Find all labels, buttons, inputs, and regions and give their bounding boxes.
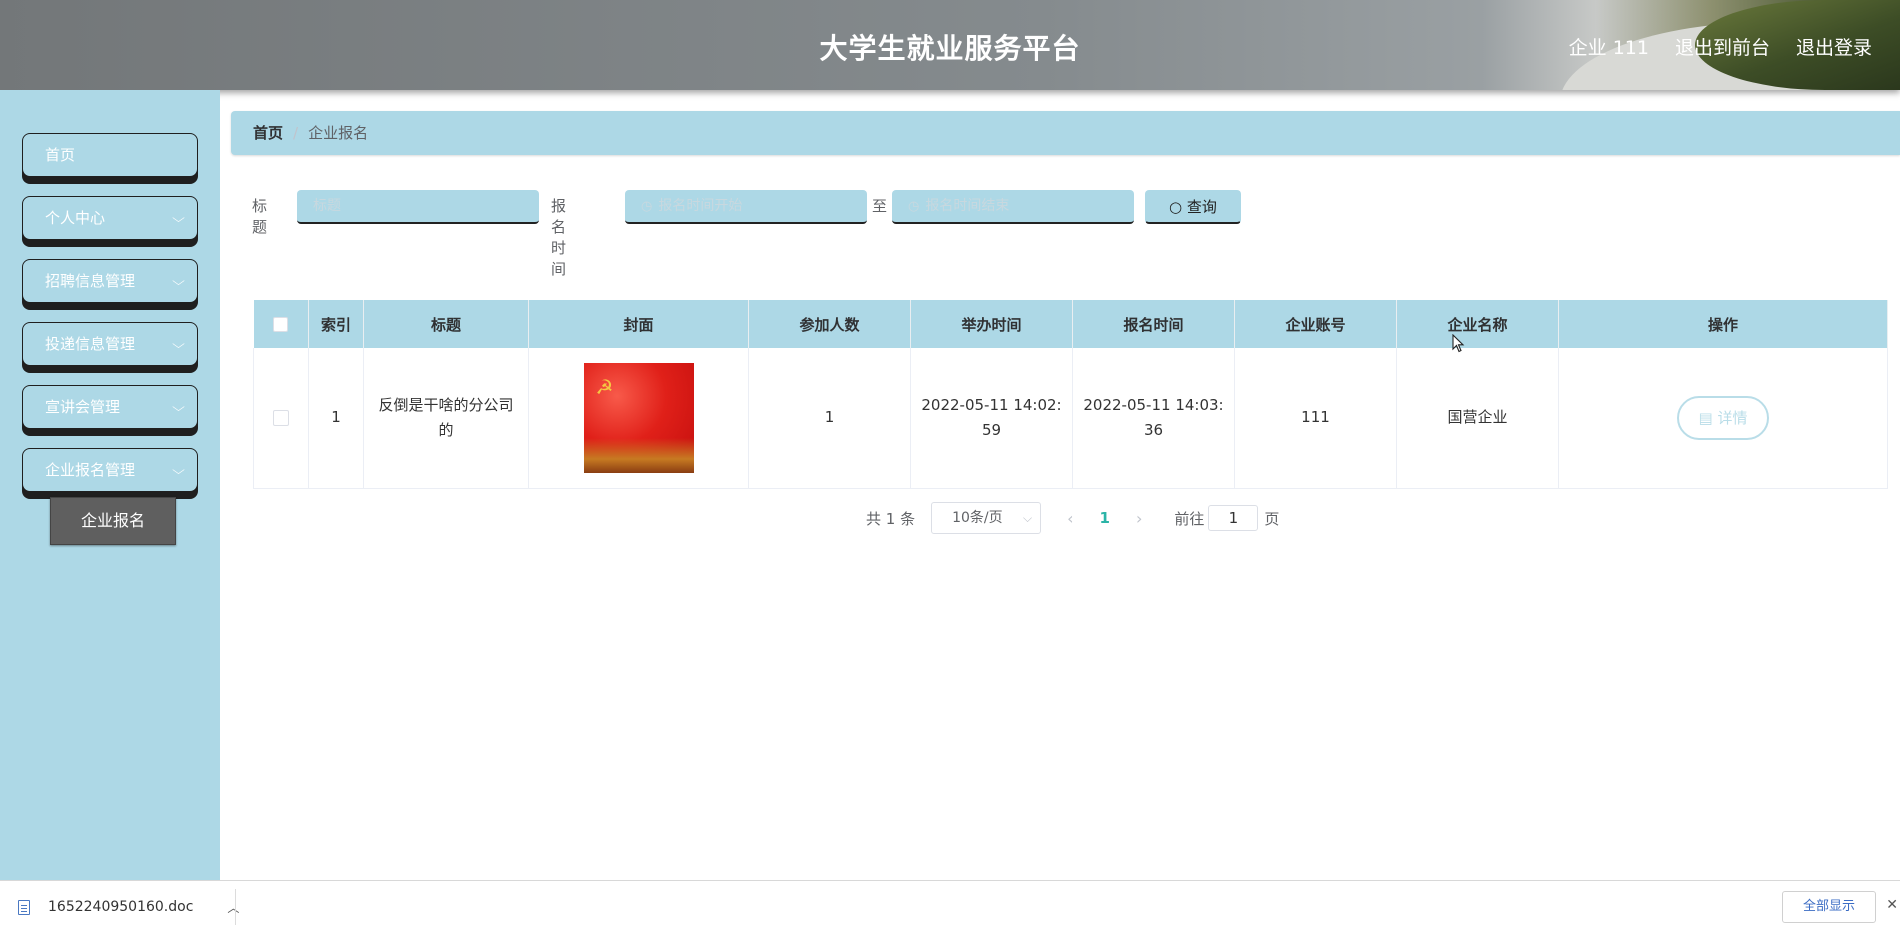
title-placeholder: 标题 (313, 198, 341, 214)
column-header: 操作 (1558, 300, 1888, 348)
pagination: 共 1 条 10条/页 ⌵ ‹ 1 › 前往 1 页 (866, 502, 1279, 534)
search-icon: ○ (1169, 198, 1183, 216)
breadcrumb-separator: / (293, 124, 299, 142)
sidebar-item-label: 宣讲会管理 (45, 398, 121, 416)
sidebar-item-label: 投递信息管理 (45, 335, 136, 353)
page-number-current[interactable]: 1 (1100, 509, 1110, 527)
title-cell: 反倒是干啥的分公司的 (363, 348, 529, 489)
column-header: 标题 (363, 300, 529, 348)
chevron-up-icon[interactable]: ︿ (227, 899, 239, 916)
submenu-item-enterprise-signup[interactable]: 企业报名 (50, 497, 176, 545)
query-button-label: 查询 (1186, 198, 1217, 216)
download-bar: 1652240950160.doc ︿ 全部显示 ✕ (0, 880, 1900, 932)
chevron-down-icon: ⌵ (172, 463, 185, 477)
show-all-button[interactable]: 全部显示 (1782, 891, 1876, 923)
end-date-placeholder: 报名时间结束 (925, 198, 1010, 214)
chevron-down-icon: ⌵ (172, 400, 185, 414)
chevron-down-icon: ⌵ (172, 337, 185, 351)
to-label: 至 (872, 197, 888, 215)
title-label: 标题 (252, 197, 268, 236)
clock-icon: ◷ (641, 199, 653, 214)
sidebar-item-home[interactable]: 首页 (22, 133, 198, 177)
breadcrumb: 首页 / 企业报名 (231, 111, 1900, 155)
exit-to-front-link[interactable]: 退出到前台 (1675, 33, 1770, 60)
goto-page-input[interactable]: 1 (1208, 505, 1259, 531)
table-header-row: 索引 标题 封面 参加人数 举办时间 报名时间 企业账号 企业名称 操作 (253, 300, 1888, 348)
sidebar: 首页 个人中心 ⌵ 招聘信息管理 ⌵ 投递信息管理 ⌵ 宣讲会管理 ⌵ 企业报名… (0, 90, 220, 880)
sidebar-item-delivery[interactable]: 投递信息管理 ⌵ (22, 322, 198, 366)
title-search-input[interactable]: 标题 (297, 190, 539, 224)
account-cell: 111 (1234, 348, 1397, 489)
breadcrumb-home[interactable]: 首页 (253, 124, 283, 142)
document-icon (18, 899, 30, 915)
sidebar-item-enterprise-signup[interactable]: 企业报名管理 ⌵ (22, 448, 198, 492)
select-all-checkbox[interactable] (273, 317, 289, 332)
sidebar-item-recruitment[interactable]: 招聘信息管理 ⌵ (22, 259, 198, 303)
signup-time-label: 报名时间 (551, 197, 567, 278)
index-cell: 1 (308, 348, 364, 489)
select-all-cell (253, 300, 309, 348)
table-row: 1 反倒是干啥的分公司的 ☭ 1 2022-05-11 14:02:59 202… (253, 348, 1888, 489)
start-date-input[interactable]: ◷ 报名时间开始 (625, 190, 867, 224)
signup-time-text: 2022-05-11 14:03:36 (1083, 395, 1224, 439)
column-header: 企业账号 (1234, 300, 1397, 348)
download-item[interactable]: 1652240950160.doc ︿ (18, 881, 239, 933)
participants-cell: 1 (748, 348, 911, 489)
page-suffix: 页 (1264, 509, 1280, 528)
action-cell: ▤ 详情 (1558, 348, 1888, 489)
close-icon[interactable]: ✕ (1886, 897, 1898, 913)
column-header: 参加人数 (748, 300, 911, 348)
cover-cell: ☭ (528, 348, 749, 489)
sidebar-item-label: 招聘信息管理 (45, 272, 136, 290)
chevron-down-icon: ⌵ (172, 274, 185, 288)
signup-time-cell: 2022-05-11 14:03:36 (1072, 348, 1235, 489)
column-header: 企业名称 (1396, 300, 1559, 348)
sidebar-item-personal-center[interactable]: 个人中心 ⌵ (22, 196, 198, 240)
start-date-placeholder: 报名时间开始 (658, 198, 743, 214)
mouse-cursor-icon (1452, 334, 1465, 353)
company-cell: 国营企业 (1396, 348, 1559, 489)
row-checkbox[interactable] (273, 409, 289, 426)
column-header: 举办时间 (910, 300, 1073, 348)
sidebar-item-seminar[interactable]: 宣讲会管理 ⌵ (22, 385, 198, 429)
detail-button-label: 详情 (1717, 408, 1748, 427)
sidebar-item-label: 首页 (45, 146, 76, 164)
query-button[interactable]: ○ 查询 (1145, 190, 1241, 224)
sidebar-item-label: 个人中心 (45, 209, 106, 227)
end-date-input[interactable]: ◷ 报名时间结束 (892, 190, 1134, 224)
chevron-down-icon: ⌵ (1022, 511, 1033, 525)
signup-table: 索引 标题 封面 参加人数 举办时间 报名时间 企业账号 企业名称 操作 1 反… (253, 300, 1888, 489)
detail-button[interactable]: ▤ 详情 (1677, 395, 1769, 440)
title-text: 反倒是干啥的分公司的 (378, 395, 514, 439)
column-header: 封面 (528, 300, 749, 348)
column-header: 索引 (308, 300, 364, 348)
divider (235, 889, 236, 925)
chevron-down-icon: ⌵ (172, 211, 185, 225)
goto-label: 前往 (1174, 509, 1205, 528)
page-size-value: 10条/页 (952, 510, 1003, 526)
page-size-select[interactable]: 10条/页 ⌵ (931, 502, 1042, 534)
sidebar-item-label: 企业报名管理 (45, 461, 136, 479)
top-header: 大学生就业服务平台 企业 111 退出到前台 退出登录 (0, 0, 1900, 90)
cover-image: ☭ (583, 362, 694, 473)
hold-time-text: 2022-05-11 14:02:59 (921, 395, 1062, 439)
logout-link[interactable]: 退出登录 (1796, 33, 1872, 60)
breadcrumb-current: 企业报名 (308, 124, 369, 142)
next-page-icon[interactable]: › (1136, 509, 1142, 528)
row-select-cell (253, 348, 309, 489)
prev-page-icon[interactable]: ‹ (1067, 509, 1073, 528)
download-file-name: 1652240950160.doc (48, 899, 194, 915)
total-count: 共 1 条 (866, 509, 916, 528)
header-links: 企业 111 退出到前台 退出登录 (1569, 33, 1872, 60)
document-icon: ▤ (1698, 408, 1713, 427)
user-label: 企业 111 (1568, 37, 1649, 59)
hold-time-cell: 2022-05-11 14:02:59 (910, 348, 1073, 489)
column-header: 报名时间 (1072, 300, 1235, 348)
clock-icon: ◷ (908, 199, 920, 214)
